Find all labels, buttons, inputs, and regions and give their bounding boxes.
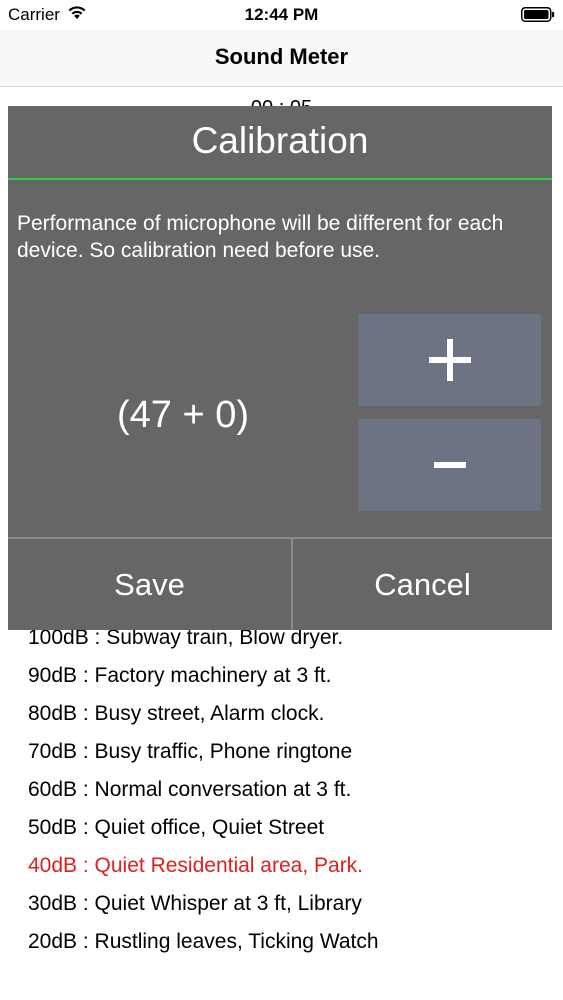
minus-icon: [433, 462, 466, 468]
cancel-button[interactable]: Cancel: [293, 539, 552, 630]
nav-bar: Sound Meter: [0, 30, 563, 87]
status-time: 12:44 PM: [244, 5, 319, 24]
increase-button[interactable]: [358, 314, 541, 406]
calibration-dialog: Calibration Performance of microphone wi…: [8, 106, 552, 630]
reference-item: 60dB : Normal conversation at 3 ft.: [28, 778, 352, 801]
dialog-title: Calibration: [191, 120, 369, 161]
calibration-value: (47 + 0): [116, 394, 250, 436]
reference-item: 90dB : Factory machinery at 3 ft.: [28, 664, 332, 687]
battery-icon: [521, 7, 555, 22]
reference-item: 50dB : Quiet office, Quiet Street: [28, 816, 325, 839]
reference-item: 80dB : Busy street, Alarm clock.: [28, 702, 325, 725]
decrease-button[interactable]: [358, 419, 541, 511]
plus-icon: [428, 339, 471, 381]
dialog-message: Performance of microphone will be differ…: [17, 212, 504, 262]
reference-item: 70dB : Busy traffic, Phone ringtone: [28, 740, 353, 763]
reference-item: 20dB : Rustling leaves, Ticking Watch: [28, 930, 379, 953]
dialog-action-row: Save Cancel: [8, 537, 552, 630]
app-screen: Carrier 12:44 PM Sound Meter 00 : 05 100…: [0, 0, 563, 1000]
dialog-title-divider: [8, 178, 552, 180]
status-bar: Carrier 12:44 PM: [0, 0, 563, 30]
save-button[interactable]: Save: [8, 539, 291, 630]
reference-list: 100dB : Subway train, Blow dryer. 90dB :…: [28, 619, 548, 961]
reference-item-current: 40dB : Quiet Residential area, Park.: [28, 854, 364, 877]
nav-title: Sound Meter: [214, 44, 349, 69]
reference-item: 30dB : Quiet Whisper at 3 ft, Library: [28, 892, 362, 915]
